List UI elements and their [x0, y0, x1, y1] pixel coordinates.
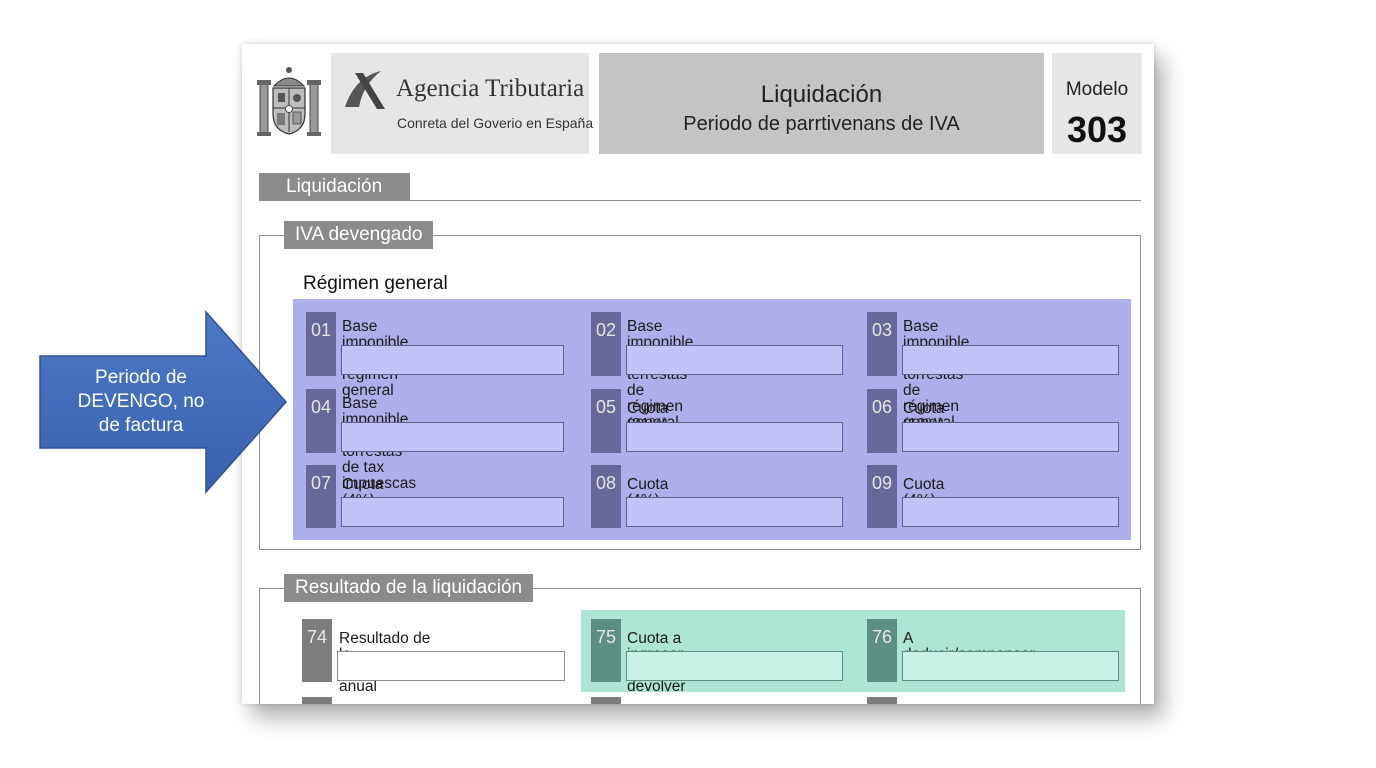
modelo-label: Modelo — [1065, 79, 1129, 100]
field-05-input[interactable] — [626, 422, 843, 452]
iva-devengado-legend: IVA devengado — [284, 221, 434, 249]
agency-header: Agencia Tributaria Conreta del Goverio e… — [331, 53, 593, 154]
regimen-general-heading: Régimen general — [303, 273, 448, 294]
field-number: 01 — [306, 312, 336, 376]
form-title: Liquidación — [760, 81, 883, 108]
modelo-number: 303 — [1066, 109, 1128, 150]
field-number: 74 — [302, 619, 332, 682]
field-number: 09 — [867, 465, 897, 528]
field-09-input[interactable] — [902, 497, 1119, 527]
field-number: 76 — [867, 619, 897, 682]
agency-subtitle: Conreta del Goverio en España — [397, 115, 594, 131]
field-number: 75 — [591, 619, 621, 682]
field-number: 02 — [591, 312, 621, 376]
modelo-box: Modelo 303 — [1052, 53, 1142, 154]
field-number: 07 — [306, 465, 336, 528]
field-number: 04 — [306, 389, 336, 453]
next-row-field-stub — [302, 697, 332, 704]
field-74-input[interactable] — [337, 651, 565, 681]
field-number: 06 — [867, 389, 897, 453]
callout-text: Periodo de DEVENGO, no de factura — [77, 367, 205, 436]
section-divider — [259, 200, 1141, 201]
field-number: 05 — [591, 389, 621, 453]
field-number: 08 — [591, 465, 621, 528]
field-number: 03 — [867, 312, 897, 376]
field-02-input[interactable] — [626, 345, 843, 375]
field-06-input[interactable] — [902, 422, 1119, 452]
next-row-field-stub — [867, 697, 897, 704]
agency-name: Agencia Tributaria — [396, 75, 585, 102]
field-76-input[interactable] — [902, 651, 1119, 681]
field-75-input[interactable] — [626, 651, 843, 681]
agencia-tributaria-logo-icon — [345, 71, 385, 109]
resultado-legend: Resultado de la liquidación — [284, 574, 534, 602]
field-08-input[interactable] — [626, 497, 843, 527]
field-04-input[interactable] — [341, 422, 564, 452]
field-01-input[interactable] — [341, 345, 564, 375]
form-subtitle: Periodo de parrtivenans de IVA — [683, 113, 960, 135]
field-07-input[interactable] — [341, 497, 564, 527]
tax-form-modelo-303: Agencia Tributaria Conreta del Goverio e… — [242, 44, 1154, 704]
next-row-field-stub — [591, 697, 621, 704]
coat-of-arms-icon — [257, 67, 321, 136]
section-tab-liquidacion: Liquidación — [259, 173, 410, 200]
form-title-box: Liquidación Periodo de parrtivenans de I… — [599, 53, 1044, 154]
field-03-input[interactable] — [902, 345, 1119, 375]
